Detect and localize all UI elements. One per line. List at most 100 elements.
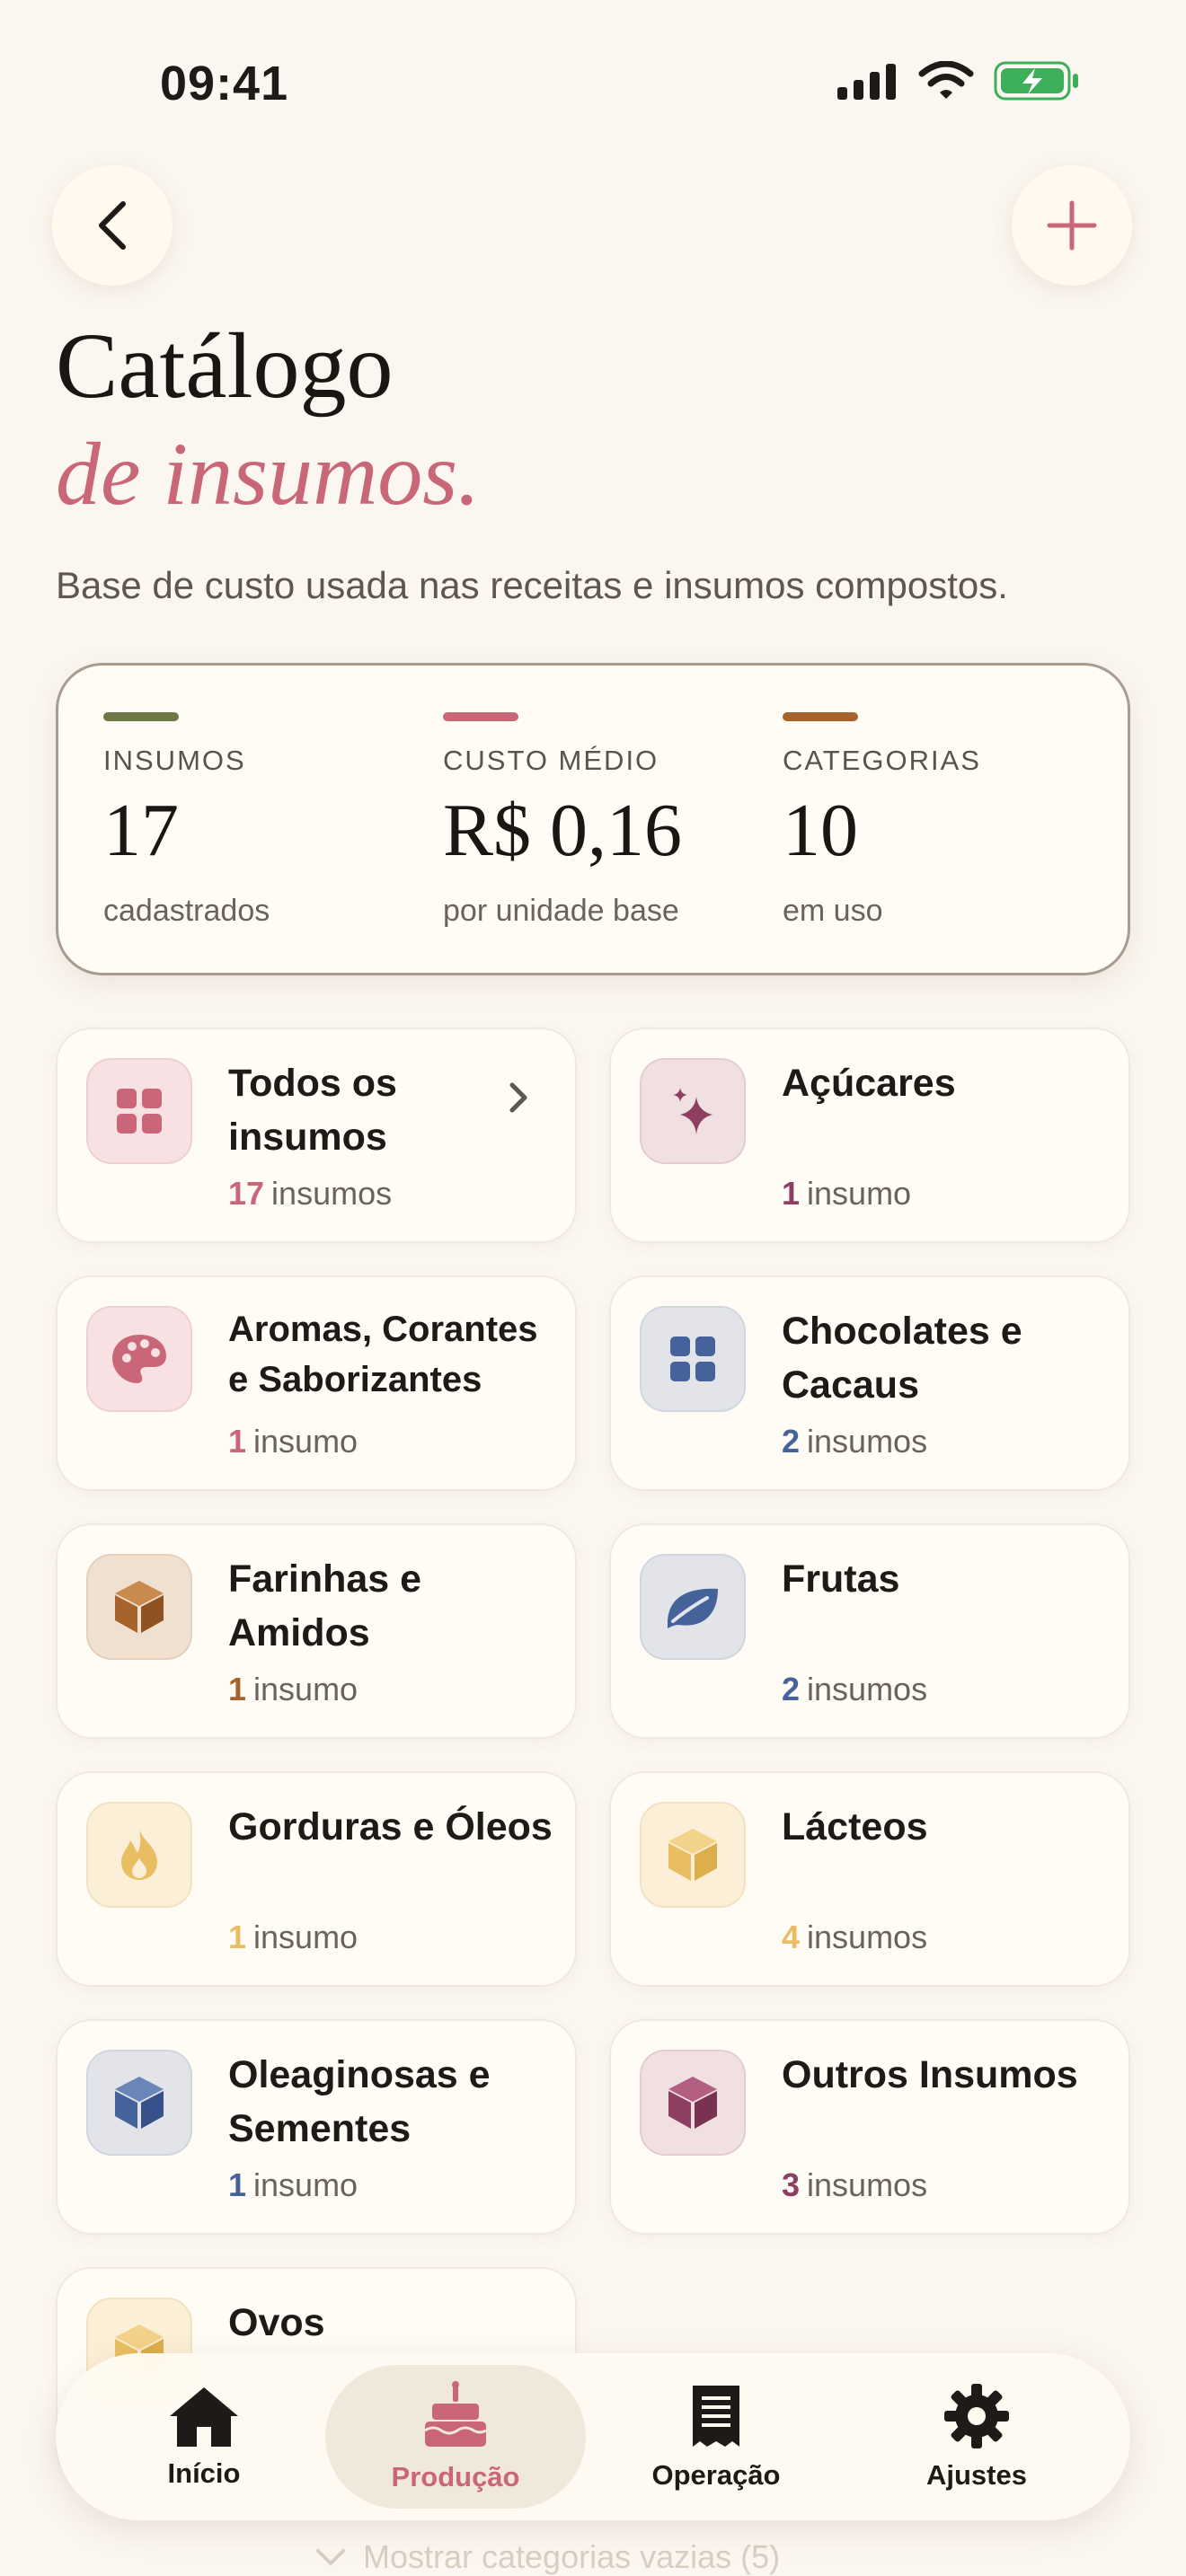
category-count: 17 insumos	[228, 1175, 392, 1213]
category-card-oleaginosas[interactable]: Oleaginosas e Sementes 1 insumo	[56, 2019, 577, 2235]
category-count-unit: insumos	[807, 2166, 928, 2203]
category-count-unit: insumos	[271, 1175, 393, 1212]
tab-label: Produção	[391, 2461, 520, 2492]
stat-value: 10	[783, 789, 858, 872]
category-card-outros[interactable]: Outros Insumos 3 insumos	[609, 2019, 1130, 2235]
category-name: Gorduras e Óleos	[228, 1805, 553, 1848]
category-count: 1 insumo	[228, 2166, 358, 2204]
gear-icon	[944, 2384, 1009, 2448]
tab-ajustes[interactable]: Ajustes	[846, 2353, 1107, 2520]
category-count-number: 2	[782, 1671, 801, 1707]
grid-icon	[117, 1089, 162, 1134]
category-count-number: 2	[782, 1423, 801, 1460]
category-name: Frutas	[782, 1557, 900, 1601]
category-count-unit: insumo	[253, 1423, 358, 1460]
home-icon	[170, 2387, 238, 2447]
category-name: Lácteos	[782, 1805, 928, 1848]
stat-categorias: CATEGORIAS 10 em uso	[783, 712, 981, 929]
category-count-unit: insumo	[253, 2166, 358, 2203]
stat-caption: cadastrados	[103, 894, 270, 928]
category-name: Aromas, Corantes e Saborizantes	[228, 1310, 538, 1399]
show-empty-categories-label: Mostrar categorias vazias (5)	[363, 2538, 781, 2575]
cake-icon	[424, 2381, 487, 2447]
stat-caption: em uso	[783, 894, 883, 928]
stat-color-bar	[443, 712, 518, 721]
category-name: Farinhas e Amidos	[228, 1557, 422, 1654]
page-title-accent: de insumos.	[56, 424, 481, 524]
category-count: 4 insumos	[782, 1919, 927, 1956]
tab-inicio[interactable]: Início	[74, 2353, 334, 2520]
category-icon-box	[640, 1058, 746, 1164]
category-count-unit: insumos	[807, 1423, 928, 1460]
category-count-number: 1	[228, 1671, 247, 1707]
category-card-frutas[interactable]: Frutas 2 insumos	[609, 1523, 1130, 1739]
add-button[interactable]	[1012, 165, 1132, 286]
category-count-number: 3	[782, 2166, 801, 2203]
category-count-number: 17	[228, 1175, 265, 1212]
category-card-todos[interactable]: Todos os insumos 17 insumos	[56, 1028, 577, 1243]
category-icon-box	[86, 1058, 192, 1164]
plus-icon	[1047, 200, 1097, 251]
category-icon-box	[86, 1554, 192, 1660]
chevron-down-icon	[316, 2549, 345, 2565]
back-button[interactable]	[52, 165, 173, 286]
tab-label: Ajustes	[926, 2459, 1027, 2491]
category-count-number: 1	[228, 2166, 247, 2203]
category-card-lacteos[interactable]: Lácteos 4 insumos	[609, 1771, 1130, 1987]
category-count: 1 insumo	[228, 1423, 358, 1460]
category-icon-box	[86, 1802, 192, 1908]
category-icon-box	[640, 1554, 746, 1660]
stat-value: R$ 0,16	[443, 789, 683, 872]
category-count-unit: insumo	[253, 1919, 358, 1955]
category-card-farinhas[interactable]: Farinhas e Amidos 1 insumo	[56, 1523, 577, 1739]
stat-insumos: INSUMOS 17 cadastrados	[103, 712, 270, 929]
battery-icon	[994, 61, 1078, 101]
category-count: 1 insumo	[228, 1671, 358, 1708]
category-card-chocolates[interactable]: Chocolates e Cacaus 2 insumos	[609, 1275, 1130, 1491]
category-count-unit: insumos	[807, 1671, 928, 1707]
category-icon-box	[640, 1802, 746, 1908]
stat-color-bar	[103, 712, 179, 721]
signal-icon	[837, 64, 896, 100]
category-name: Açúcares	[782, 1062, 956, 1105]
category-count-unit: insumo	[253, 1671, 358, 1707]
grid-icon	[670, 1337, 715, 1381]
category-icon-box	[640, 2050, 746, 2156]
category-card-aromas[interactable]: Aromas, Corantes e Saborizantes 1 insumo	[56, 1275, 577, 1491]
category-count-number: 1	[782, 1175, 801, 1212]
stat-color-bar	[783, 712, 858, 721]
tab-label: Início	[167, 2457, 241, 2489]
show-empty-categories-toggle[interactable]: Mostrar categorias vazias (5)	[314, 2538, 780, 2576]
tab-operacao[interactable]: Operação	[586, 2353, 846, 2520]
stat-label: CATEGORIAS	[783, 745, 981, 776]
tab-label: Operação	[651, 2459, 781, 2491]
box-icon	[115, 1581, 164, 1633]
palette-icon	[112, 1335, 166, 1383]
category-count-number: 1	[228, 1423, 247, 1460]
flame-icon	[121, 1830, 157, 1880]
summary-card: INSUMOS 17 cadastrados CUSTO MÉDIO R$ 0,…	[56, 663, 1130, 975]
stat-custo-medio: CUSTO MÉDIO R$ 0,16 por unidade base	[443, 712, 682, 929]
category-count-number: 1	[228, 1919, 247, 1955]
chevron-left-icon	[99, 201, 126, 250]
box-icon	[668, 2077, 717, 2129]
status-time: 09:41	[160, 57, 289, 110]
category-icon-box	[640, 1306, 746, 1412]
page-title: Catálogo	[56, 314, 394, 418]
category-count: 3 insumos	[782, 2166, 927, 2204]
chevron-right-icon	[509, 1082, 527, 1113]
wifi-icon	[918, 61, 974, 99]
stat-label: INSUMOS	[103, 745, 246, 776]
category-count: 2 insumos	[782, 1423, 927, 1460]
tab-producao[interactable]: Produção	[325, 2365, 586, 2509]
category-count: 2 insumos	[782, 1671, 927, 1708]
category-name: Chocolates e Cacaus	[782, 1310, 1022, 1407]
status-icons	[836, 61, 1080, 101]
receipt-icon	[693, 2386, 739, 2447]
leaf-icon	[668, 1588, 718, 1628]
category-icon-box	[86, 2050, 192, 2156]
category-card-acucares[interactable]: Açúcares 1 insumo	[609, 1028, 1130, 1243]
box-icon	[115, 2077, 164, 2129]
category-name: Oleaginosas e Sementes	[228, 2053, 491, 2150]
category-card-gorduras[interactable]: Gorduras e Óleos 1 insumo	[56, 1771, 577, 1987]
